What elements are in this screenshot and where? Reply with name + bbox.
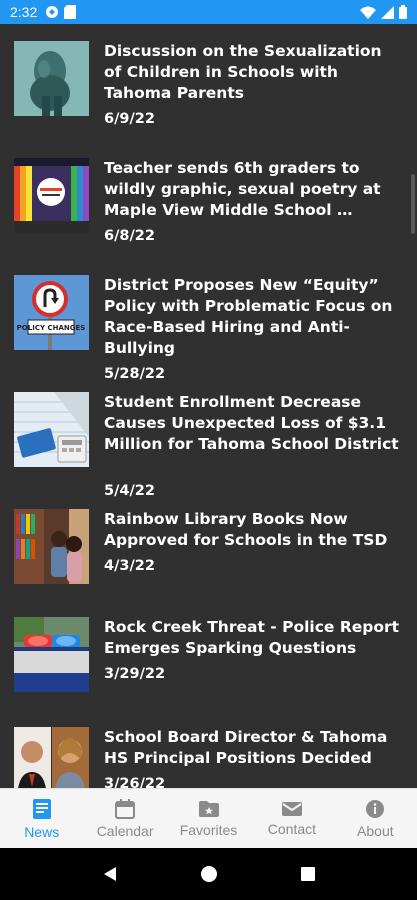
policy-sign-text: POLICY CHANGES	[17, 324, 86, 332]
article-title[interactable]: Discussion on the Sexualization of Child…	[104, 41, 404, 104]
article-date: 4/3/22	[104, 558, 155, 574]
library-shelves-image	[14, 509, 89, 584]
info-icon	[366, 799, 385, 818]
article-item[interactable]: Teacher sends 6th graders to wildly grap…	[0, 141, 417, 258]
article-thumbnail	[14, 392, 89, 467]
nav-calendar[interactable]: Calendar	[83, 789, 166, 848]
nav-label: Favorites	[179, 821, 238, 838]
article-item[interactable]: Rock Creek Threat - Police Report Emerge…	[0, 600, 417, 717]
article-thumbnail	[14, 617, 89, 692]
system-navigation-bar	[0, 848, 417, 900]
scrollbar[interactable]	[411, 174, 415, 234]
policy-changes-sign-image: POLICY CHANGES	[14, 275, 89, 350]
article-item[interactable]: Student Enrollment Decrease Causes Unexp…	[0, 375, 417, 499]
news-icon	[32, 798, 51, 819]
article-title[interactable]: District Proposes New “Equity” Policy wi…	[104, 275, 404, 359]
article-title[interactable]: Teacher sends 6th graders to wildly grap…	[104, 158, 404, 221]
article-title[interactable]: Rainbow Library Books Now Approved for S…	[104, 509, 404, 551]
article-thumbnail	[14, 158, 89, 233]
nav-contact[interactable]: Contact	[250, 789, 333, 848]
article-date: 3/26/22	[104, 776, 166, 788]
article-date: 6/9/22	[104, 111, 155, 127]
article-date: 6/8/22	[104, 228, 155, 244]
sculpture-image	[14, 41, 89, 116]
article-item[interactable]: POLICY CHANGES District Proposes New “Eq…	[0, 258, 417, 382]
bottom-navigation: News Calendar Favorites Contact About	[0, 788, 417, 848]
nav-news[interactable]: News	[0, 789, 83, 848]
nav-label: About	[357, 822, 394, 839]
nav-about[interactable]: About	[334, 789, 417, 848]
article-date: 3/29/22	[104, 666, 166, 682]
app-notification-icon	[46, 6, 59, 18]
home-icon[interactable]	[200, 865, 218, 883]
battery-icon	[399, 5, 407, 19]
article-thumbnail	[14, 509, 89, 584]
article-thumbnail	[14, 727, 89, 788]
sd-card-icon	[64, 5, 77, 19]
nav-favorites[interactable]: Favorites	[167, 789, 250, 848]
article-thumbnail	[14, 41, 89, 116]
nav-label: Contact	[267, 820, 317, 837]
mail-icon	[281, 801, 302, 816]
police-car-lights-image	[14, 617, 89, 692]
two-portraits-image	[14, 727, 89, 788]
article-item[interactable]: Discussion on the Sexualization of Child…	[0, 24, 417, 141]
favorites-folder-icon	[198, 800, 219, 817]
back-icon[interactable]	[101, 865, 119, 883]
calculator-spreadsheet-image	[14, 392, 89, 467]
wifi-icon	[360, 6, 376, 19]
calendar-icon	[115, 798, 136, 819]
news-feed[interactable]: Discussion on the Sexualization of Child…	[0, 24, 417, 788]
article-title[interactable]: School Board Director & Tahoma HS Princi…	[104, 727, 404, 769]
article-title[interactable]: Rock Creek Threat - Police Report Emerge…	[104, 617, 404, 659]
scavenger-hunt-screen-image	[14, 158, 89, 233]
article-thumbnail: POLICY CHANGES	[14, 275, 89, 350]
article-item[interactable]: School Board Director & Tahoma HS Princi…	[0, 710, 417, 788]
cellular-signal-icon	[381, 5, 394, 19]
article-item[interactable]: Rainbow Library Books Now Approved for S…	[0, 492, 417, 609]
nav-label: Calendar	[96, 822, 154, 839]
article-title[interactable]: Student Enrollment Decrease Causes Unexp…	[104, 392, 404, 455]
status-bar: 2:32	[0, 0, 417, 24]
recents-icon[interactable]	[300, 866, 316, 882]
status-time: 2:32	[10, 4, 38, 20]
nav-label: News	[24, 823, 60, 840]
